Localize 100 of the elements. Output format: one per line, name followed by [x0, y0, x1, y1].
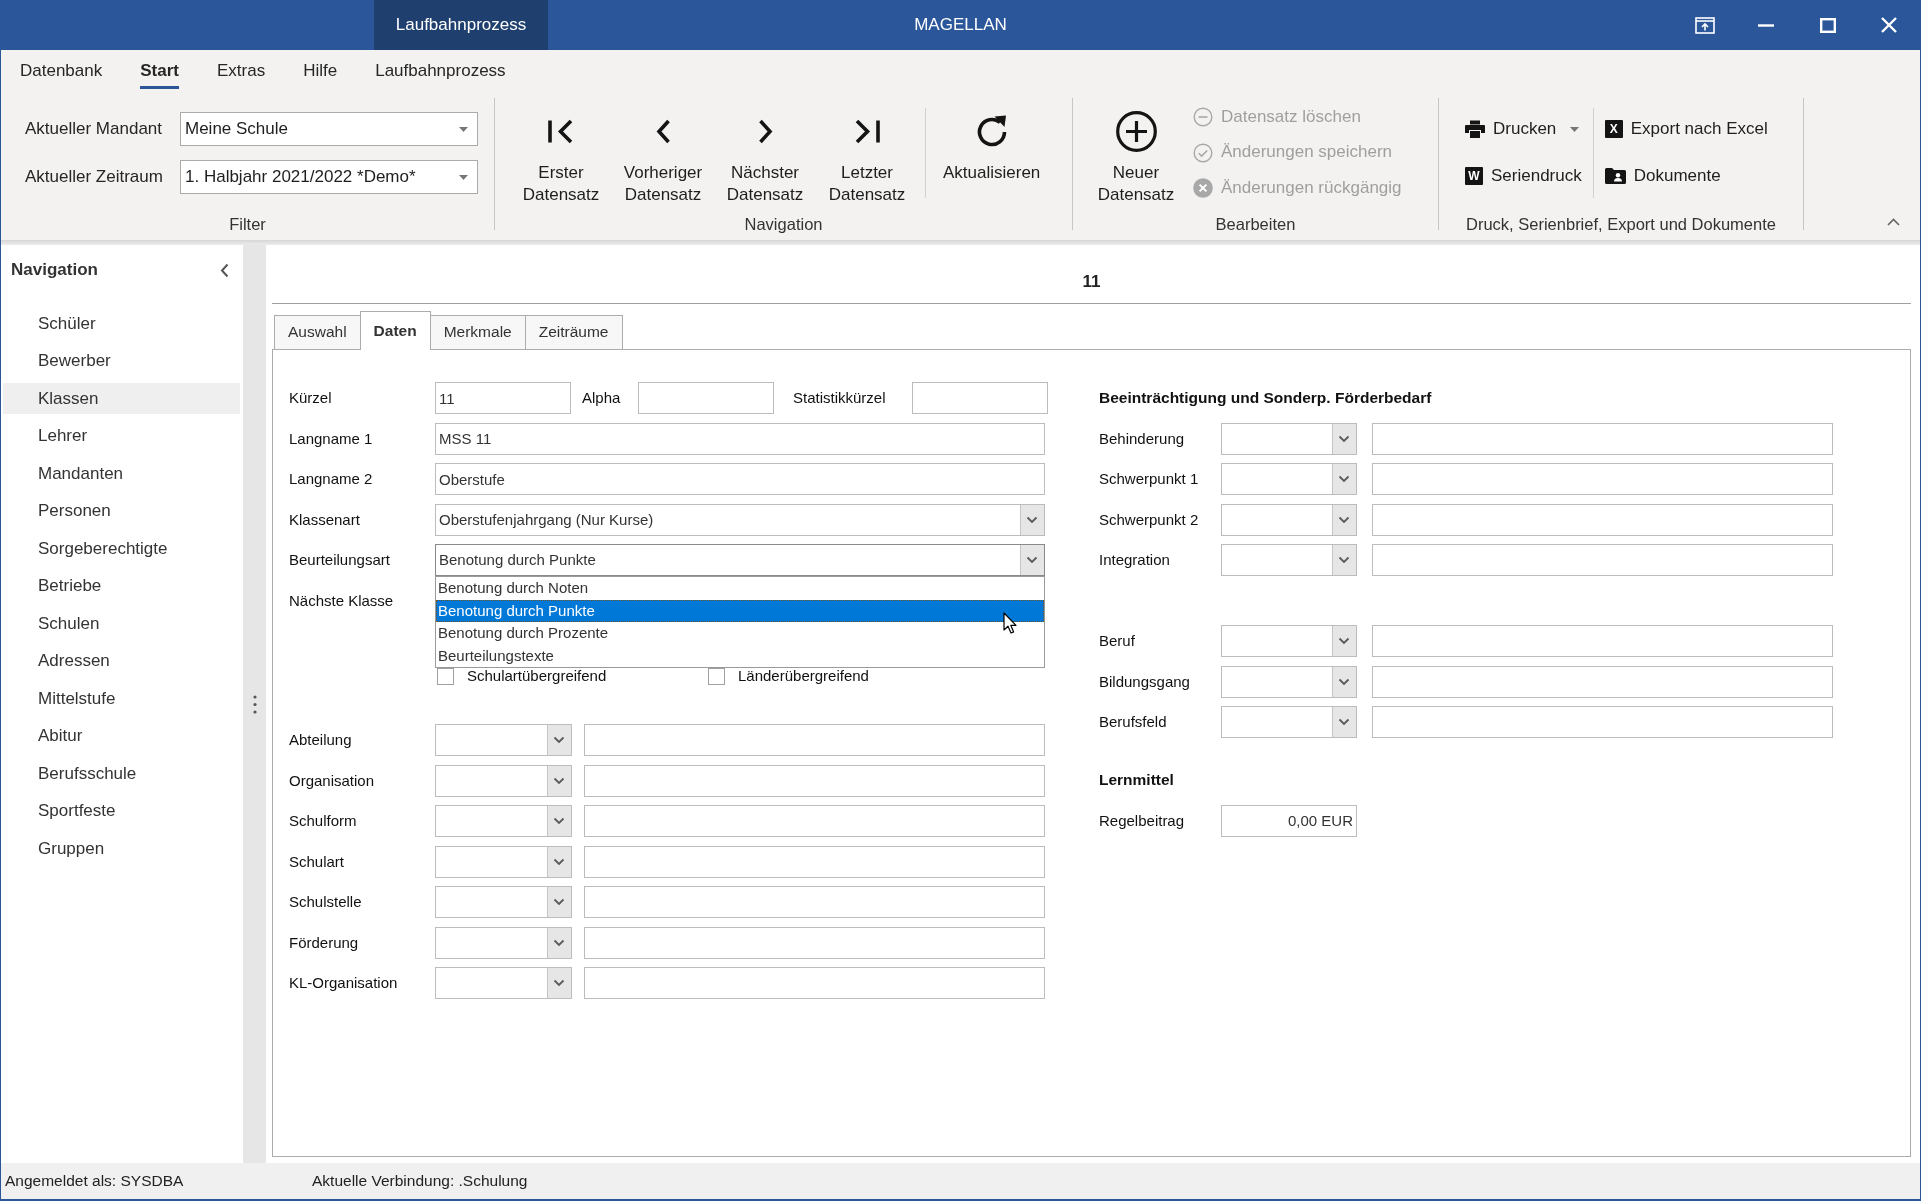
text-field[interactable]	[584, 845, 1045, 878]
nav-item[interactable]: Abitur	[3, 720, 240, 751]
ribbon-button[interactable]: Aktualisieren	[937, 95, 1047, 184]
dropdown-option[interactable]: Benotung durch Noten	[436, 577, 1044, 600]
chevron-down-icon[interactable]	[1332, 464, 1356, 495]
nav-item[interactable]: Mittelstufe	[3, 682, 240, 714]
text-field[interactable]: 0,00 EUR	[1221, 804, 1357, 837]
dropdown-field[interactable]	[435, 967, 572, 1000]
ribbon-button[interactable]: Neuer Datensatz	[1089, 95, 1183, 206]
dropdown-field[interactable]	[1221, 544, 1357, 577]
ribbon-button[interactable]: Drucken	[1465, 112, 1582, 146]
chevron-down-icon[interactable]	[1332, 666, 1356, 697]
dropdown-field[interactable]	[1221, 706, 1357, 739]
text-field[interactable]	[1372, 625, 1833, 658]
ribbon-button[interactable]: Dokumente	[1604, 159, 1768, 193]
ribbon-button[interactable]: Vorheriger Datensatz	[616, 95, 710, 206]
dropdown-field[interactable]	[1221, 625, 1357, 658]
text-field[interactable]	[584, 886, 1045, 919]
minimize-icon[interactable]	[1758, 23, 1775, 27]
text-field[interactable]: MSS 11	[435, 422, 1045, 455]
dropdown-option[interactable]: Benotung durch Prozente	[436, 622, 1044, 645]
menu-tab[interactable]: Datenbank	[20, 55, 103, 89]
nav-item[interactable]: Sorgeberechtigte	[3, 532, 240, 564]
dropdown-field[interactable]	[435, 886, 572, 919]
dropdown-field[interactable]	[435, 724, 572, 757]
chevron-down-icon[interactable]	[1332, 423, 1356, 454]
nav-item[interactable]: Sportfeste	[3, 795, 240, 826]
nav-item[interactable]: Berufsschule	[3, 757, 240, 789]
nav-item[interactable]: Adressen	[3, 645, 240, 676]
dropdown-field[interactable]: Benotung durch Punkte	[435, 544, 1045, 577]
chevron-down-icon[interactable]	[1332, 504, 1356, 535]
tab[interactable]: Merkmale	[429, 315, 526, 349]
ribbon-button[interactable]: X Export nach Excel	[1604, 112, 1768, 146]
chevron-down-icon[interactable]	[547, 765, 571, 796]
ribbon-button[interactable]: Erster Datensatz	[514, 95, 608, 206]
maximize-icon[interactable]	[1819, 17, 1836, 33]
text-field[interactable]	[638, 382, 774, 415]
chevron-down-icon[interactable]	[1020, 545, 1044, 576]
dropdown-field[interactable]	[435, 805, 572, 838]
dropdown-field[interactable]	[435, 764, 572, 797]
chevron-left-icon[interactable]	[220, 262, 229, 278]
dropdown-field[interactable]: Meine Schule	[180, 112, 478, 146]
dropdown-field[interactable]: Oberstufenjahrgang (Nur Kurse)	[435, 503, 1045, 536]
dropdown-option[interactable]: Benotung durch Punkte	[436, 599, 1044, 623]
text-field[interactable]	[912, 382, 1048, 415]
nav-item[interactable]: Schüler	[3, 307, 240, 339]
menu-tab[interactable]: Laufbahnprozess	[375, 55, 506, 89]
nav-item[interactable]: Mandanten	[3, 457, 240, 489]
close-icon[interactable]	[1881, 17, 1898, 33]
dropdown-field[interactable]	[1221, 463, 1357, 496]
text-field[interactable]	[584, 724, 1045, 757]
dropdown-field[interactable]	[1221, 503, 1357, 536]
caret-down-icon[interactable]	[459, 174, 468, 180]
chevron-down-icon[interactable]	[547, 927, 571, 958]
chevron-down-icon[interactable]	[547, 968, 571, 999]
chevron-down-icon[interactable]	[547, 806, 571, 837]
ribbon-button[interactable]: Nächster Datensatz	[718, 95, 812, 206]
nav-item[interactable]: Betriebe	[3, 570, 240, 601]
text-field[interactable]	[584, 967, 1045, 1000]
grip-dots-icon[interactable]	[252, 694, 257, 714]
nav-item[interactable]: Schulen	[3, 607, 240, 639]
chevron-down-icon[interactable]	[547, 887, 571, 918]
chevron-down-icon[interactable]	[1332, 545, 1356, 576]
dropdown-field[interactable]	[1221, 422, 1357, 455]
dropdown-field[interactable]: 1. Halbjahr 2021/2022 *Demo*	[180, 160, 478, 194]
chevron-down-icon[interactable]	[547, 725, 571, 756]
box-arrow-up-icon[interactable]	[1694, 16, 1715, 34]
tab[interactable]: Zeiträume	[524, 315, 623, 349]
text-field[interactable]	[1372, 503, 1833, 536]
chevron-up-icon[interactable]	[1887, 218, 1900, 226]
menu-tab[interactable]: Extras	[216, 55, 266, 89]
dropdown-option[interactable]: Beurteilungstexte	[436, 644, 1044, 668]
chevron-down-icon[interactable]	[547, 846, 571, 877]
text-field[interactable]	[1372, 544, 1833, 577]
nav-item[interactable]: Gruppen	[3, 832, 240, 864]
text-field[interactable]	[1372, 463, 1833, 496]
text-field[interactable]	[584, 764, 1045, 797]
caret-down-icon[interactable]	[459, 126, 468, 132]
nav-item[interactable]: Bewerber	[3, 345, 240, 376]
text-field[interactable]	[584, 805, 1045, 838]
nav-item[interactable]: Lehrer	[3, 420, 240, 451]
menu-tab[interactable]: Hilfe	[303, 55, 338, 89]
text-field[interactable]	[1372, 422, 1833, 455]
chevron-down-icon[interactable]	[1020, 504, 1044, 535]
menu-tab[interactable]: Start	[140, 55, 179, 89]
dropdown-field[interactable]	[435, 845, 572, 878]
nav-item[interactable]: Personen	[3, 495, 240, 526]
dropdown-field[interactable]	[1221, 665, 1357, 698]
text-field[interactable]: Oberstufe	[435, 463, 1045, 496]
chevron-down-icon[interactable]	[1332, 626, 1356, 657]
ribbon-button[interactable]: Letzter Datensatz	[820, 95, 914, 206]
dropdown-field[interactable]	[435, 926, 572, 959]
text-field[interactable]	[584, 926, 1045, 959]
tab[interactable]: Daten	[359, 311, 431, 350]
tab[interactable]: Auswahl	[274, 315, 361, 349]
text-field[interactable]: 11	[435, 382, 571, 415]
chevron-down-icon[interactable]	[1332, 707, 1356, 738]
text-field[interactable]	[1372, 665, 1833, 698]
nav-item[interactable]: Klassen	[3, 382, 240, 414]
text-field[interactable]	[1372, 706, 1833, 739]
